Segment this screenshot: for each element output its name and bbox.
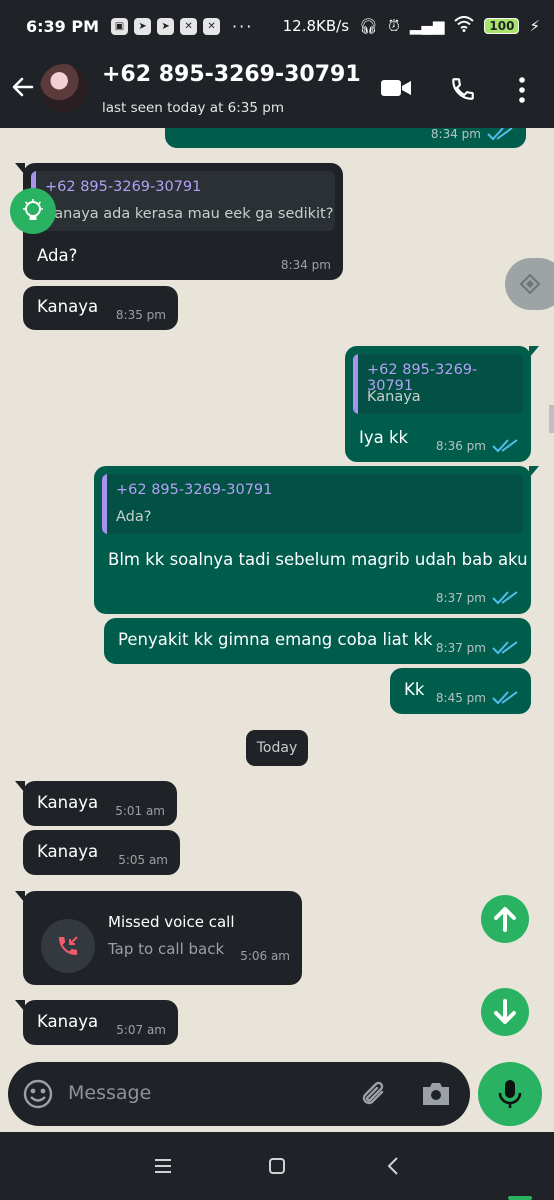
alarm-icon: ⏰︎ (388, 17, 400, 35)
quoted-message[interactable]: +62 895-3269-30791 Kanaya ada kerasa mau… (31, 171, 335, 231)
chat-header: +62 895-3269-30791 last seen today at 6:… (0, 52, 554, 128)
microphone-icon (498, 1080, 522, 1108)
message-bubble[interactable]: +62 895-3269-30791 Kanaya ada kerasa mau… (15, 163, 343, 280)
telegram-notification-icon-2: ➤ (157, 17, 175, 35)
contact-name[interactable]: +62 895-3269-30791 (102, 62, 361, 87)
video-call-icon[interactable] (380, 76, 412, 100)
green-indicator (508, 1196, 532, 1200)
message-text: Penyakit kk gimna emang coba liat kk (118, 630, 433, 649)
message-time: 8:34 pm (430, 128, 481, 141)
more-notifications-icon: ··· (232, 16, 254, 36)
back-nav-icon[interactable] (385, 1156, 401, 1176)
network-speed: 12.8KB/s (282, 17, 350, 35)
message-time: 5:06 am (240, 949, 290, 963)
voice-call-icon[interactable] (450, 76, 476, 102)
message-bubble[interactable]: Kanaya 5:07 am (15, 1000, 178, 1045)
emoji-icon[interactable] (22, 1078, 54, 1110)
missed-call-bubble[interactable]: Missed voice call Tap to call back 5:06 … (15, 891, 302, 985)
message-bubble[interactable]: +62 895-3269-30791 Kanaya Iya kk 8:36 pm (345, 346, 539, 462)
message-bubble[interactable]: Penyakit kk gimna emang coba liat kk 8:3… (104, 618, 531, 664)
gallery-notification-icon: ▣ (111, 17, 129, 35)
call-title: Missed voice call (108, 913, 235, 931)
message-text: Kanaya (37, 793, 99, 812)
system-nav-bar (0, 1132, 554, 1200)
message-text: Kk (404, 680, 425, 699)
voice-message-button[interactable] (478, 1062, 542, 1126)
message-text: Blm kk soalnya tadi sebelum magrib udah … (108, 550, 528, 569)
camera-icon[interactable] (420, 1079, 452, 1109)
message-time: 8:37 pm (435, 641, 486, 655)
message-text: Iya kk (359, 428, 409, 447)
quoted-message[interactable]: +62 895-3269-30791 Ada? (102, 474, 523, 534)
message-text: Kanaya (37, 842, 99, 861)
status-time: 6:39 PM (26, 16, 100, 36)
side-floating-tool[interactable] (505, 258, 554, 310)
attachment-icon[interactable] (358, 1078, 390, 1110)
quoted-sender: +62 895-3269-30791 (116, 482, 273, 498)
message-bubble[interactable]: Kanaya 5:01 am (15, 781, 177, 826)
message-bubble[interactable]: Kk 8:45 pm (390, 668, 531, 714)
quoted-text: Ada? (116, 509, 152, 525)
message-text: Kanaya (37, 297, 99, 316)
x-notification-icon: ✕ (180, 17, 198, 35)
arrow-down-icon (494, 999, 516, 1024)
more-options-icon[interactable] (516, 76, 528, 104)
message-time: 8:45 pm (435, 691, 486, 705)
message-time: 8:35 pm (115, 308, 166, 322)
message-time: 5:07 am (116, 1023, 166, 1037)
message-input[interactable]: Message (68, 1082, 151, 1104)
last-seen-status: last seen today at 6:35 pm (102, 100, 284, 116)
message-time: 8:36 pm (435, 439, 486, 453)
quoted-message[interactable]: +62 895-3269-30791 Kanaya (353, 354, 523, 414)
status-bar: 6:39 PM ▣ ➤ ➤ ✕ ✕ ··· 12.8KB/s 🎧︎ ⏰︎ ▂▄▆… (0, 0, 554, 52)
headphones-icon: 🎧︎ (359, 17, 379, 35)
chat-area[interactable]: 8:34 pm +62 895-3269-30791 Kanaya ada ke… (0, 128, 554, 1060)
charging-icon: ⚡︎ (529, 17, 540, 35)
scroll-down-button[interactable] (481, 988, 529, 1036)
quoted-sender: +62 895-3269-30791 (45, 179, 202, 195)
message-bubble[interactable]: Kanaya 5:05 am (23, 830, 180, 875)
wifi-icon (454, 16, 475, 36)
message-time: 8:37 pm (435, 591, 486, 605)
message-bubble[interactable]: Kanaya 8:35 pm (23, 286, 178, 330)
read-ticks-icon (492, 641, 518, 655)
arrow-up-icon (494, 907, 516, 932)
read-ticks-icon (492, 591, 518, 605)
message-time: 5:01 am (115, 804, 165, 818)
telegram-notification-icon: ➤ (134, 17, 152, 35)
lightbulb-icon (23, 199, 43, 220)
home-icon[interactable] (267, 1156, 287, 1176)
recents-icon[interactable] (153, 1156, 173, 1176)
read-ticks-icon (487, 128, 513, 141)
message-text: Kanaya (37, 1012, 99, 1031)
signal-icon: ▂▄▆ (409, 17, 445, 35)
message-bubble[interactable]: +62 895-3269-30791 Ada? Blm kk soalnya t… (94, 466, 539, 614)
call-subtitle: Tap to call back (108, 940, 225, 958)
contact-avatar[interactable] (40, 64, 88, 112)
message-time: 5:05 am (118, 853, 168, 867)
message-composer[interactable]: Message (8, 1062, 470, 1126)
bulb-floating-button[interactable] (10, 188, 56, 234)
message-bubble[interactable]: 8:34 pm (165, 128, 526, 148)
quoted-text: Kanaya (367, 389, 421, 405)
back-arrow-icon[interactable] (10, 74, 36, 100)
diamond-tool-icon (519, 273, 541, 295)
scrollbar-thumb[interactable] (549, 405, 554, 433)
message-text: Ada? (37, 246, 78, 265)
notification-icons: ▣ ➤ ➤ ✕ ✕ (111, 17, 221, 35)
date-separator: Today (246, 730, 308, 766)
missed-call-icon (41, 919, 95, 973)
message-time: 8:34 pm (280, 258, 331, 272)
read-ticks-icon (492, 439, 518, 453)
quoted-text: Kanaya ada kerasa mau eek ga sedikit? (45, 206, 334, 222)
scroll-up-button[interactable] (481, 895, 529, 943)
x-notification-icon-2: ✕ (203, 17, 221, 35)
battery-indicator: 100 (484, 18, 520, 34)
read-ticks-icon (492, 691, 518, 705)
